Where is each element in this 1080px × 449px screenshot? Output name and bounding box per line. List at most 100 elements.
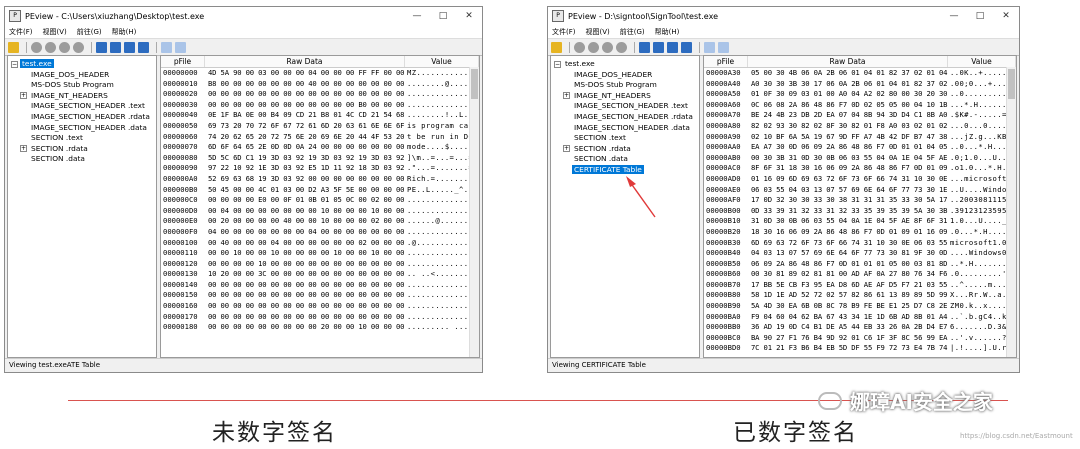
tree-item[interactable]: + IMAGE_NT_HEADERS: [551, 91, 699, 102]
table-row[interactable]: 00000AA0 EA A7 30 0D 06 09 2A 86 48 86 F7…: [704, 142, 1016, 153]
table-row[interactable]: 00000180 00 00 00 00 00 00 00 00 00 20 00…: [161, 322, 479, 333]
maximize-icon[interactable]: □: [430, 11, 456, 21]
tree-item[interactable]: IMAGE_SECTION_HEADER .data: [8, 123, 156, 134]
table-row[interactable]: 00000B20 18 30 16 06 09 2A 86 48 86 F7 0D…: [704, 227, 1016, 238]
table-row[interactable]: 00000A80 82 02 93 30 82 02 8F 30 82 01 F8…: [704, 121, 1016, 132]
table-row[interactable]: 000000D0 00 04 00 00 00 00 00 00 00 10 00…: [161, 206, 479, 217]
table-row[interactable]: 00000B80 58 1D 1E AD 52 72 02 57 82 86 61…: [704, 290, 1016, 301]
vertical-scrollbar[interactable]: [469, 67, 479, 357]
table-row[interactable]: 00000B10 31 0D 30 0B 06 03 55 04 0A 1E 04…: [704, 216, 1016, 227]
column-header-value[interactable]: Value: [948, 56, 1016, 67]
close-icon[interactable]: ✕: [456, 11, 482, 21]
menu-view[interactable]: 视图(V): [43, 27, 67, 37]
table-row[interactable]: 00000B60 00 30 81 89 02 81 81 00 AD AF 0A…: [704, 269, 1016, 280]
tree-item[interactable]: − test.exe: [8, 59, 156, 70]
expand-icon[interactable]: +: [563, 145, 570, 153]
forward-icon[interactable]: [602, 41, 613, 53]
view-byte-icon[interactable]: [96, 41, 107, 53]
column-header-raw-data[interactable]: Raw Data: [748, 56, 948, 67]
tree-item[interactable]: IMAGE_DOS_HEADER: [8, 70, 156, 81]
table-row[interactable]: 00000010 B8 00 00 00 00 00 00 00 40 00 00…: [161, 79, 479, 90]
last-icon[interactable]: [616, 41, 627, 53]
minimize-icon[interactable]: —: [941, 11, 967, 21]
column-header-pfile[interactable]: pFile: [704, 56, 748, 67]
table-row[interactable]: 00000A60 0C 06 08 2A 86 48 86 F7 0D 02 05…: [704, 100, 1016, 111]
tree-item[interactable]: IMAGE_SECTION_HEADER .text: [8, 101, 156, 112]
back-icon[interactable]: [588, 41, 599, 53]
view-word-icon[interactable]: [653, 41, 664, 53]
table-row[interactable]: 00000B30 6D 69 63 72 6F 73 6F 66 74 31 10…: [704, 238, 1016, 249]
forward-icon[interactable]: [59, 41, 70, 53]
table-row[interactable]: 00000B00 0D 33 39 31 32 33 31 32 33 35 39…: [704, 206, 1016, 217]
table-row[interactable]: 00000050 69 73 20 70 72 6F 67 72 61 6D 20…: [161, 121, 479, 132]
view-qword-icon[interactable]: [681, 41, 692, 53]
menu-help[interactable]: 帮助(H): [655, 27, 680, 37]
table-row[interactable]: 00000150 00 00 00 00 00 00 00 00 00 00 00…: [161, 290, 479, 301]
table-row[interactable]: 000000C0 00 00 00 00 E0 00 0F 01 0B 01 05…: [161, 195, 479, 206]
back-icon[interactable]: [45, 41, 56, 53]
table-row[interactable]: 00000020 00 00 00 00 00 00 00 00 00 00 00…: [161, 89, 479, 100]
table-row[interactable]: 00000A50 01 0F 30 09 03 01 00 A0 04 A2 02…: [704, 89, 1016, 100]
table-row[interactable]: 00000AF0 17 0D 32 30 30 33 30 38 31 31 31…: [704, 195, 1016, 206]
open-folder-icon[interactable]: [551, 41, 562, 53]
table-row[interactable]: 00000A30 05 00 30 4B 06 0A 2B 06 01 04 01…: [704, 68, 1016, 79]
table-row[interactable]: 00000AE0 06 03 55 04 03 13 07 57 69 6E 64…: [704, 185, 1016, 196]
view-detail-icon[interactable]: [718, 41, 729, 53]
table-row[interactable]: 00000BA0 F9 04 60 04 62 BA 67 43 34 1E 1D…: [704, 312, 1016, 323]
table-row[interactable]: 00000BC0 BA 90 27 F1 76 B4 9D 92 01 C6 1F…: [704, 333, 1016, 344]
table-row[interactable]: 00000090 97 22 10 92 1E 3D 03 92 E5 1D 11…: [161, 163, 479, 174]
tree-item[interactable]: MS-DOS Stub Program: [551, 80, 699, 91]
tree-item[interactable]: IMAGE_SECTION_HEADER .rdata: [8, 112, 156, 123]
tree-item[interactable]: IMAGE_SECTION_HEADER .data: [551, 123, 699, 134]
column-header-value[interactable]: Value: [405, 56, 479, 67]
view-detail-icon[interactable]: [175, 41, 186, 53]
table-row[interactable]: 000000E0 00 20 00 00 00 00 40 00 00 10 00…: [161, 216, 479, 227]
table-row[interactable]: 00000B70 17 BB 5E CB F3 95 EA D8 6D AE AF…: [704, 280, 1016, 291]
tree-item[interactable]: − test.exe: [551, 59, 699, 70]
tree-item[interactable]: + SECTION .rdata: [8, 144, 156, 155]
table-row[interactable]: 00000AD0 01 16 09 6D 69 63 72 6F 73 6F 66…: [704, 174, 1016, 185]
tree-item[interactable]: SECTION .data: [8, 154, 156, 165]
expand-icon[interactable]: +: [20, 145, 27, 153]
first-icon[interactable]: [574, 41, 585, 53]
table-row[interactable]: 00000A90 02 10 BF 6A 5A 19 67 9D FF A7 4B…: [704, 132, 1016, 143]
view-qword-icon[interactable]: [138, 41, 149, 53]
scrollbar-thumb[interactable]: [471, 69, 478, 99]
table-row[interactable]: 00000100 00 40 00 00 00 04 00 00 00 00 00…: [161, 238, 479, 249]
table-row[interactable]: 00000070 6D 6F 64 65 2E 0D 0D 0A 24 00 00…: [161, 142, 479, 153]
tree-item[interactable]: + SECTION .rdata: [551, 144, 699, 155]
minimize-icon[interactable]: —: [404, 11, 430, 21]
tree-item[interactable]: SECTION .text: [8, 133, 156, 144]
tree-item[interactable]: IMAGE_DOS_HEADER: [551, 70, 699, 81]
tree-item[interactable]: SECTION .text: [551, 133, 699, 144]
menu-file[interactable]: 文件(F): [9, 27, 33, 37]
menu-goto[interactable]: 前往(G): [77, 27, 102, 37]
table-row[interactable]: 00000060 74 20 62 65 20 72 75 6E 20 69 6E…: [161, 132, 479, 143]
tree-item[interactable]: MS-DOS Stub Program: [8, 80, 156, 91]
tree-item[interactable]: IMAGE_SECTION_HEADER .rdata: [551, 112, 699, 123]
table-row[interactable]: 00000AB0 00 30 3B 31 0D 30 0B 06 03 55 04…: [704, 153, 1016, 164]
table-row[interactable]: 000000F0 04 00 00 00 00 00 00 00 04 00 00…: [161, 227, 479, 238]
menu-file[interactable]: 文件(F): [552, 27, 576, 37]
tree-item[interactable]: IMAGE_SECTION_HEADER .text: [551, 101, 699, 112]
table-row[interactable]: 00000A40 A0 30 30 3B 30 17 06 0A 2B 06 01…: [704, 79, 1016, 90]
table-row[interactable]: 00000040 0E 1F BA 0E 00 B4 09 CD 21 B8 01…: [161, 110, 479, 121]
column-header-pfile[interactable]: pFile: [161, 56, 205, 67]
table-row[interactable]: 00000170 00 00 00 00 00 00 00 00 00 00 00…: [161, 312, 479, 323]
view-dword-icon[interactable]: [667, 41, 678, 53]
collapse-icon[interactable]: −: [554, 60, 561, 68]
table-row[interactable]: 00000A70 BE 24 4B 23 DB 2D EA 07 04 8B 94…: [704, 110, 1016, 121]
open-folder-icon[interactable]: [8, 41, 19, 53]
table-row[interactable]: 00000110 00 00 10 00 00 10 00 00 00 00 10…: [161, 248, 479, 259]
view-list-icon[interactable]: [704, 41, 715, 53]
tree-item[interactable]: CERTIFICATE Table: [551, 164, 699, 176]
table-row[interactable]: 00000130 10 20 00 00 3C 00 00 00 00 00 00…: [161, 269, 479, 280]
scrollbar-thumb[interactable]: [1008, 69, 1015, 99]
menu-help[interactable]: 帮助(H): [112, 27, 137, 37]
view-byte-icon[interactable]: [639, 41, 650, 53]
first-icon[interactable]: [31, 41, 42, 53]
last-icon[interactable]: [73, 41, 84, 53]
vertical-scrollbar[interactable]: [1006, 67, 1016, 357]
view-dword-icon[interactable]: [124, 41, 135, 53]
table-row[interactable]: 000000A0 52 69 63 68 19 3D 03 92 00 00 00…: [161, 174, 479, 185]
